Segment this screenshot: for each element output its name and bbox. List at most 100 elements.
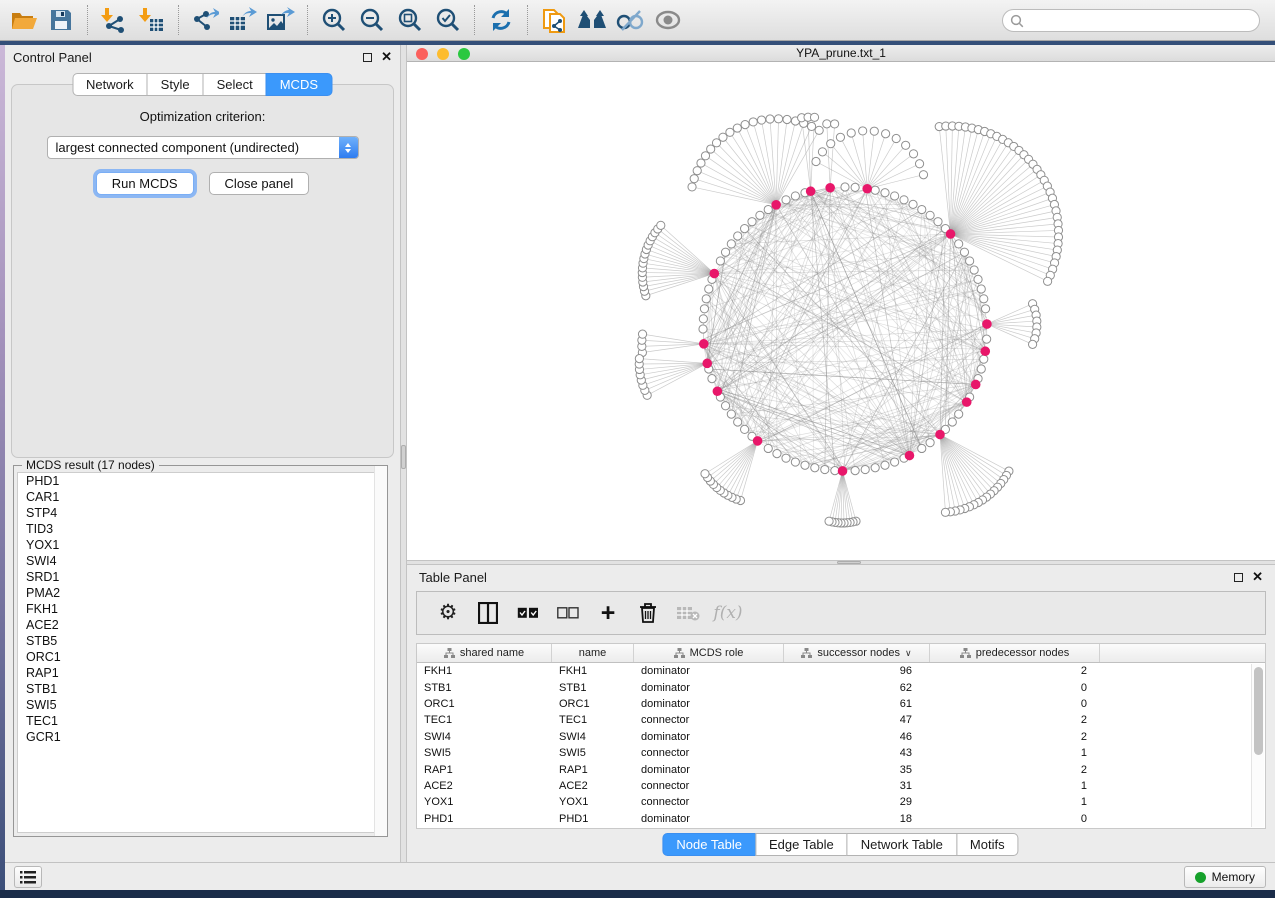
table-cell: 0 bbox=[930, 813, 1100, 825]
tab-motifs[interactable]: Motifs bbox=[956, 833, 1019, 856]
mcds-result-item[interactable]: ACE2 bbox=[18, 617, 383, 633]
memory-button[interactable]: Memory bbox=[1184, 866, 1266, 888]
table-row[interactable]: TEC1TEC1connector472 bbox=[417, 712, 1265, 728]
select-all-button[interactable] bbox=[509, 595, 547, 631]
scrollbar-thumb[interactable] bbox=[1254, 667, 1263, 755]
maximize-window-icon[interactable] bbox=[458, 48, 470, 60]
zoom-fit-button[interactable] bbox=[391, 3, 429, 37]
table-cell: 2 bbox=[930, 731, 1100, 743]
zoom-in-button[interactable] bbox=[315, 3, 353, 37]
column-header-predecessor-nodes[interactable]: predecessor nodes bbox=[930, 644, 1100, 662]
column-header-successor-nodes[interactable]: successor nodes ∨ bbox=[784, 644, 930, 662]
search-icon bbox=[1010, 14, 1024, 28]
criterion-dropdown[interactable]: largest connected component (undirected) bbox=[47, 136, 359, 159]
zoom-out-button[interactable] bbox=[353, 3, 391, 37]
show-panel-list-button[interactable] bbox=[14, 866, 42, 888]
vertical-splitter[interactable] bbox=[400, 45, 407, 862]
tab-network-table[interactable]: Network Table bbox=[847, 833, 957, 856]
mcds-result-list[interactable]: PHD1CAR1STP4TID3YOX1SWI4SRD1PMA2FKH1ACE2… bbox=[17, 472, 384, 833]
close-window-icon[interactable] bbox=[416, 48, 428, 60]
tab-node-table[interactable]: Node Table bbox=[662, 833, 756, 856]
mcds-result-item[interactable]: SWI5 bbox=[18, 697, 383, 713]
table-row[interactable]: RAP1RAP1dominator352 bbox=[417, 761, 1265, 777]
import-table-button[interactable] bbox=[133, 3, 171, 37]
table-cell: 2 bbox=[930, 764, 1100, 776]
import-network-button[interactable] bbox=[95, 3, 133, 37]
table-row[interactable]: ACE2ACE2connector311 bbox=[417, 778, 1265, 794]
close-panel-icon[interactable]: ✕ bbox=[1252, 572, 1263, 582]
network-titlebar[interactable]: YPA_prune.txt_1 bbox=[407, 45, 1275, 62]
mcds-result-item[interactable]: STP4 bbox=[18, 505, 383, 521]
search-box[interactable] bbox=[1002, 9, 1260, 32]
column-header-mcds-role[interactable]: MCDS role bbox=[634, 644, 784, 662]
minimize-window-icon[interactable] bbox=[437, 48, 449, 60]
find-button[interactable] bbox=[573, 3, 611, 37]
open-button[interactable] bbox=[4, 3, 42, 37]
mcds-result-item[interactable]: SRD1 bbox=[18, 569, 383, 585]
mcds-result-item[interactable]: TID3 bbox=[18, 521, 383, 537]
mcds-list-scrollbar[interactable] bbox=[374, 466, 387, 836]
refresh-button[interactable] bbox=[482, 3, 520, 37]
export-network-button[interactable] bbox=[186, 3, 224, 37]
column-header-name[interactable]: name bbox=[552, 644, 634, 662]
column-header-shared-name[interactable]: shared name bbox=[417, 644, 552, 662]
network-canvas[interactable] bbox=[407, 62, 1275, 560]
run-mcds-button[interactable]: Run MCDS bbox=[96, 172, 194, 195]
show-all-button[interactable] bbox=[649, 3, 687, 37]
splitter-handle[interactable] bbox=[401, 445, 406, 469]
table-cell: 61 bbox=[784, 698, 930, 710]
mcds-result-item[interactable]: FKH1 bbox=[18, 601, 383, 617]
export-image-icon bbox=[266, 7, 296, 33]
table-cell: 35 bbox=[784, 764, 930, 776]
mcds-result-item[interactable]: YOX1 bbox=[18, 537, 383, 553]
delete-column-button[interactable] bbox=[629, 595, 667, 631]
mcds-result-item[interactable]: STB5 bbox=[18, 633, 383, 649]
table-settings-button[interactable]: ⚙ bbox=[429, 595, 467, 631]
table-row[interactable]: YOX1YOX1connector291 bbox=[417, 794, 1265, 810]
show-columns-button[interactable] bbox=[469, 595, 507, 631]
mcds-result-item[interactable]: PHD1 bbox=[18, 473, 383, 489]
delete-table-button[interactable] bbox=[669, 595, 707, 631]
close-panel-button[interactable]: Close panel bbox=[209, 172, 310, 195]
table-scrollbar[interactable] bbox=[1251, 664, 1264, 827]
plus-icon: + bbox=[601, 603, 616, 623]
binoculars-icon bbox=[577, 8, 607, 32]
mcds-result-item[interactable]: GCR1 bbox=[18, 729, 383, 745]
table-row[interactable]: FKH1FKH1dominator962 bbox=[417, 663, 1265, 679]
tab-select[interactable]: Select bbox=[203, 73, 267, 96]
tab-edge-table[interactable]: Edge Table bbox=[755, 833, 848, 856]
zoom-selected-button[interactable] bbox=[429, 3, 467, 37]
table-row[interactable]: PHD1PHD1dominator180 bbox=[417, 811, 1265, 827]
network-graph[interactable] bbox=[407, 62, 1275, 560]
search-input[interactable] bbox=[1024, 10, 1259, 31]
hide-selection-button[interactable] bbox=[611, 3, 649, 37]
export-table-button[interactable] bbox=[224, 3, 262, 37]
float-panel-icon[interactable] bbox=[363, 53, 372, 62]
mcds-result-item[interactable]: CAR1 bbox=[18, 489, 383, 505]
mcds-result-item[interactable]: ORC1 bbox=[18, 649, 383, 665]
mcds-result-item[interactable]: RAP1 bbox=[18, 665, 383, 681]
splitter-handle[interactable] bbox=[837, 561, 861, 564]
function-builder-button[interactable]: f(x) bbox=[709, 595, 747, 631]
tab-network[interactable]: Network bbox=[72, 73, 148, 96]
deselect-all-button[interactable] bbox=[549, 595, 587, 631]
mcds-result-item[interactable]: STB1 bbox=[18, 681, 383, 697]
mcds-result-item[interactable]: SWI4 bbox=[18, 553, 383, 569]
table-cell: 1 bbox=[930, 796, 1100, 808]
clone-network-button[interactable] bbox=[535, 3, 573, 37]
fx-icon: f(x) bbox=[713, 603, 742, 623]
mcds-result-item[interactable]: PMA2 bbox=[18, 585, 383, 601]
table-row[interactable]: STB1STB1dominator620 bbox=[417, 679, 1265, 695]
float-panel-icon[interactable] bbox=[1234, 573, 1243, 582]
table-panel-tabs: Node Table Edge Table Network Table Moti… bbox=[663, 833, 1018, 856]
export-image-button[interactable] bbox=[262, 3, 300, 37]
add-column-button[interactable]: + bbox=[589, 595, 627, 631]
table-row[interactable]: SWI5SWI5connector431 bbox=[417, 745, 1265, 761]
tab-mcds[interactable]: MCDS bbox=[266, 73, 332, 96]
table-row[interactable]: SWI4SWI4dominator462 bbox=[417, 729, 1265, 745]
tab-style[interactable]: Style bbox=[147, 73, 204, 96]
table-row[interactable]: ORC1ORC1dominator610 bbox=[417, 696, 1265, 712]
save-button[interactable] bbox=[42, 3, 80, 37]
mcds-result-item[interactable]: TEC1 bbox=[18, 713, 383, 729]
close-panel-icon[interactable]: ✕ bbox=[381, 52, 392, 62]
